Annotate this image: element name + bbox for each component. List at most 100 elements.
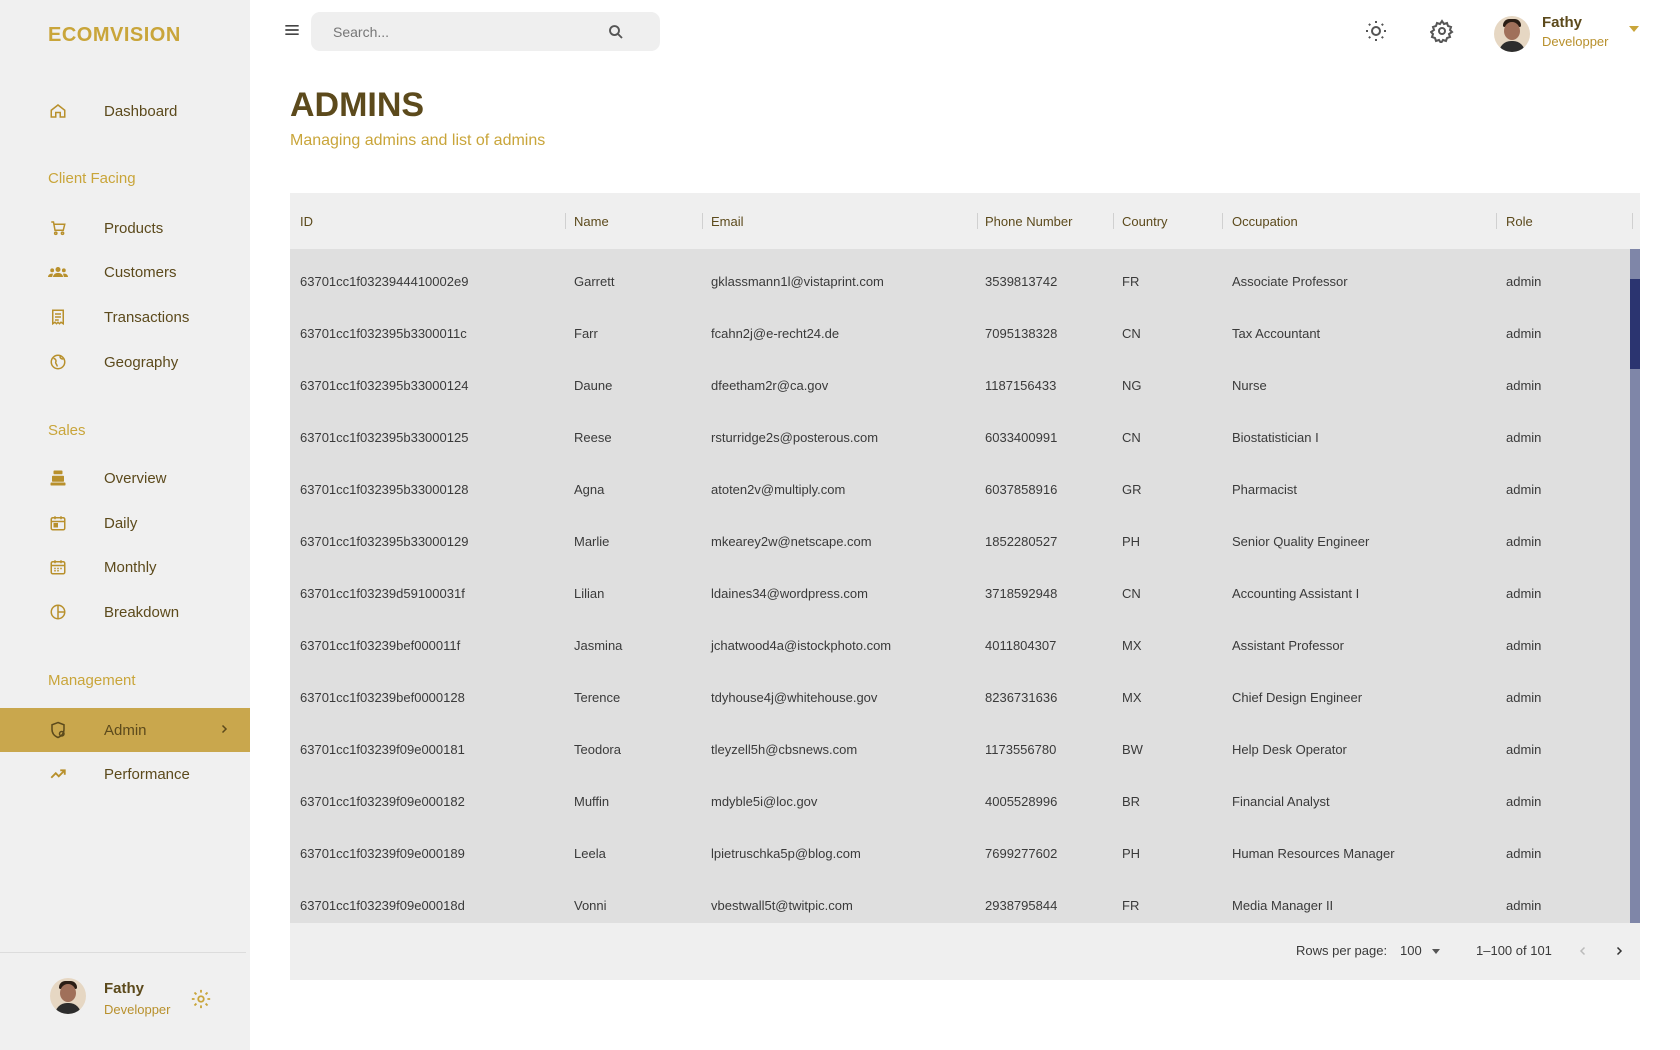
cell-phone[interactable]: 3718592948 [985, 586, 1057, 601]
cell-id[interactable]: 63701cc1f032395b33000129 [300, 534, 468, 549]
cell-email[interactable]: vbestwall5t@twitpic.com [711, 898, 853, 913]
cell-occupation[interactable]: Accounting Assistant I [1232, 586, 1359, 601]
cell-occupation[interactable]: Associate Professor [1232, 274, 1348, 289]
cell-role[interactable]: admin [1506, 274, 1541, 289]
nav-item-performance[interactable]: Performance [0, 752, 250, 796]
arrow-drop-down-icon[interactable] [1629, 26, 1639, 32]
cell-phone[interactable]: 1852280527 [985, 534, 1057, 549]
cell-name[interactable]: Vonni [574, 898, 607, 913]
cell-email[interactable]: mkearey2w@netscape.com [711, 534, 872, 549]
cell-country[interactable]: MX [1122, 690, 1142, 705]
column-header-role[interactable]: Role [1506, 214, 1533, 229]
table-row[interactable]: 63701cc1f03239f09e000189 Leela lpietruschk… [290, 828, 1630, 880]
cell-email[interactable]: ldaines34@wordpress.com [711, 586, 868, 601]
cell-occupation[interactable]: Media Manager II [1232, 898, 1333, 913]
cell-id[interactable]: 63701cc1f032395b33000124 [300, 378, 468, 393]
scrollbar-thumb[interactable] [1630, 279, 1640, 369]
column-separator[interactable] [1113, 213, 1114, 229]
cell-phone[interactable]: 4011804307 [985, 638, 1056, 653]
cell-phone[interactable]: 6037858916 [985, 482, 1057, 497]
table-row[interactable]: 63701cc1f032395b3300011c Farr fcahn2j@e-re… [290, 308, 1630, 360]
cell-phone[interactable]: 2938795844 [985, 898, 1057, 913]
table-row[interactable]: 63701cc1f03239f09e00018d Vonni vbestwall5t… [290, 880, 1630, 923]
cell-country[interactable]: FR [1122, 898, 1139, 913]
cell-role[interactable]: admin [1506, 586, 1541, 601]
cell-country[interactable]: FR [1122, 274, 1139, 289]
nav-item-products[interactable]: Products [0, 206, 250, 250]
cell-name[interactable]: Agna [574, 482, 604, 497]
cell-country[interactable]: BR [1122, 794, 1140, 809]
cell-role[interactable]: admin [1506, 378, 1541, 393]
nav-item-geography[interactable]: Geography [0, 340, 250, 384]
column-header-phone[interactable]: Phone Number [985, 214, 1072, 229]
table-row[interactable]: 63701cc1f03239d59100031f Lilian ldaines34@… [290, 568, 1630, 620]
cell-occupation[interactable]: Help Desk Operator [1232, 742, 1347, 757]
cell-id[interactable]: 63701cc1f03239d59100031f [300, 586, 465, 601]
table-row[interactable]: 63701cc1f03239f09e000181 Teodora tleyzell5… [290, 724, 1630, 776]
cell-role[interactable]: admin [1506, 638, 1541, 653]
cell-role[interactable]: admin [1506, 430, 1541, 445]
settings-icon[interactable] [190, 988, 212, 1015]
cell-country[interactable]: GR [1122, 482, 1142, 497]
cell-occupation[interactable]: Human Resources Manager [1232, 846, 1395, 861]
cell-role[interactable]: admin [1506, 690, 1541, 705]
cell-email[interactable]: tdyhouse4j@whitehouse.gov [711, 690, 877, 705]
cell-phone[interactable]: 3539813742 [985, 274, 1057, 289]
cell-id[interactable]: 63701cc1f03239bef0000128 [300, 690, 465, 705]
cell-phone[interactable]: 1187156433 [985, 378, 1056, 393]
column-header-country[interactable]: Country [1122, 214, 1168, 229]
column-separator[interactable] [977, 213, 978, 229]
table-row[interactable]: 63701cc1f032395b33000125 Reese rsturridge2… [290, 412, 1630, 464]
cell-id[interactable]: 63701cc1f03239bef000011f [300, 638, 460, 653]
cell-id[interactable]: 63701cc1f0323944410002e9 [300, 274, 468, 289]
cell-phone[interactable]: 6033400991 [985, 430, 1057, 445]
cell-role[interactable]: admin [1506, 326, 1541, 341]
cell-phone[interactable]: 8236731636 [985, 690, 1057, 705]
cell-country[interactable]: CN [1122, 326, 1141, 341]
search-icon[interactable] [607, 23, 625, 46]
cell-occupation[interactable]: Tax Accountant [1232, 326, 1320, 341]
cell-phone[interactable]: 4005528996 [985, 794, 1057, 809]
cell-id[interactable]: 63701cc1f032395b33000128 [300, 482, 468, 497]
next-page-button[interactable] [1608, 939, 1630, 963]
nav-item-admin[interactable]: Admin [0, 708, 250, 752]
cell-name[interactable]: Reese [574, 430, 612, 445]
column-separator[interactable] [565, 213, 566, 229]
cell-country[interactable]: CN [1122, 430, 1141, 445]
rows-per-page-select[interactable]: 100 [1400, 943, 1422, 958]
cell-role[interactable]: admin [1506, 846, 1541, 861]
nav-item-overview[interactable]: Overview [0, 456, 250, 500]
cell-name[interactable]: Garrett [574, 274, 614, 289]
cell-email[interactable]: jchatwood4a@istockphoto.com [711, 638, 891, 653]
cell-occupation[interactable]: Biostatistician I [1232, 430, 1319, 445]
cell-occupation[interactable]: Financial Analyst [1232, 794, 1330, 809]
table-row[interactable]: 63701cc1f032395b33000124 Daune dfeetham2r@… [290, 360, 1630, 412]
table-row[interactable]: 63701cc1f03239bef000011f Jasmina jchatwood… [290, 620, 1630, 672]
column-header-email[interactable]: Email [711, 214, 744, 229]
cell-phone[interactable]: 1173556780 [985, 742, 1056, 757]
column-header-name[interactable]: Name [574, 214, 609, 229]
cell-role[interactable]: admin [1506, 534, 1541, 549]
cell-country[interactable]: BW [1122, 742, 1143, 757]
cell-email[interactable]: dfeetham2r@ca.gov [711, 378, 828, 393]
cell-occupation[interactable]: Senior Quality Engineer [1232, 534, 1369, 549]
column-header-occupation[interactable]: Occupation [1232, 214, 1298, 229]
cell-email[interactable]: gklassmann1l@vistaprint.com [711, 274, 884, 289]
cell-country[interactable]: CN [1122, 586, 1141, 601]
cell-name[interactable]: Muffin [574, 794, 609, 809]
table-row[interactable]: 63701cc1f0323944410002e9 Garrett gklassman… [290, 256, 1630, 308]
menu-icon[interactable] [282, 20, 302, 40]
nav-item-dashboard[interactable]: Dashboard [0, 89, 250, 133]
cell-id[interactable]: 63701cc1f03239f09e000182 [300, 794, 465, 809]
cell-email[interactable]: mdyble5i@loc.gov [711, 794, 817, 809]
cell-name[interactable]: Leela [574, 846, 606, 861]
cell-name[interactable]: Farr [574, 326, 598, 341]
cell-name[interactable]: Daune [574, 378, 612, 393]
cell-id[interactable]: 63701cc1f03239f09e000181 [300, 742, 465, 757]
cell-id[interactable]: 63701cc1f03239f09e000189 [300, 846, 465, 861]
table-row[interactable]: 63701cc1f03239f09e000182 Muffin mdyble5i@l… [290, 776, 1630, 828]
nav-item-daily[interactable]: Daily [0, 501, 250, 545]
cell-role[interactable]: admin [1506, 794, 1541, 809]
cell-name[interactable]: Teodora [574, 742, 621, 757]
table-row[interactable]: 63701cc1f032395b33000129 Marlie mkearey2w@… [290, 516, 1630, 568]
